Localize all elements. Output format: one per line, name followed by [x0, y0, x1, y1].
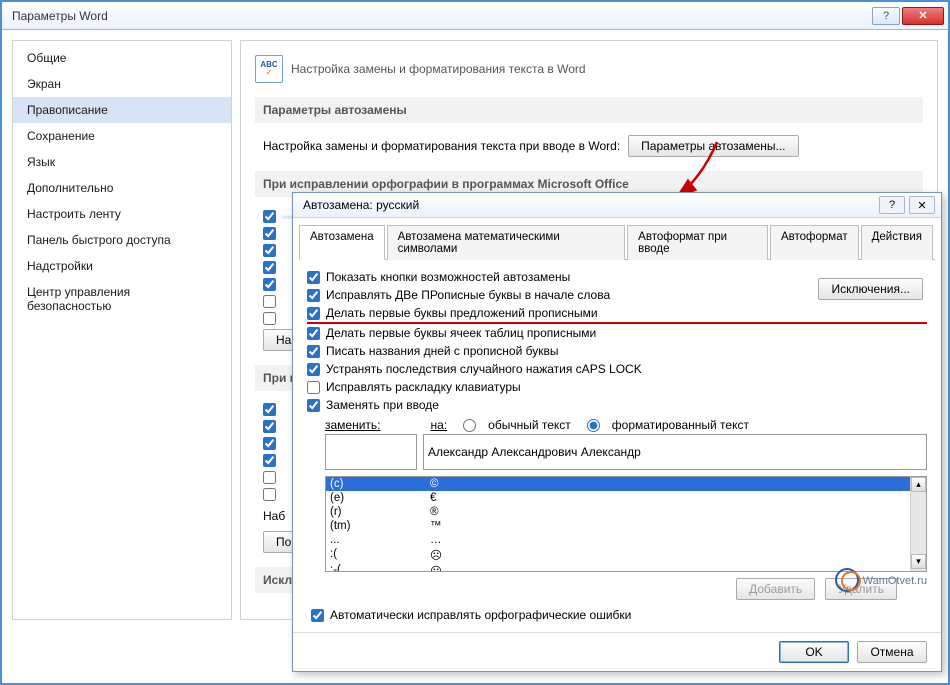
sidebar-item-language[interactable]: Язык [13, 149, 231, 175]
close-button[interactable]: ✕ [902, 7, 944, 25]
dialog-tabs: Автозамена Автозамена математическими си… [299, 224, 935, 260]
opt-caps-lock[interactable] [307, 363, 320, 376]
bg-check-6[interactable] [263, 295, 276, 308]
replace-input[interactable] [325, 434, 417, 470]
sidebar-item-quick-access[interactable]: Панель быстрого доступа [13, 227, 231, 253]
sidebar-item-addins[interactable]: Надстройки [13, 253, 231, 279]
list-row[interactable]: :(☹ [326, 547, 910, 563]
opt-capitalize-days[interactable] [307, 345, 320, 358]
add-button[interactable]: Добавить [736, 578, 815, 600]
bg-check-8[interactable] [263, 403, 276, 416]
sidebar-item-proofing[interactable]: Правописание [13, 97, 231, 123]
tab-autoformat-typing[interactable]: Автоформат при вводе [627, 225, 768, 260]
list-row[interactable]: (tm)™ [326, 519, 910, 533]
list-row[interactable]: ...… [326, 533, 910, 547]
opt-capitalize-cells[interactable] [307, 327, 320, 340]
dialog-title: Автозамена: русский [303, 198, 875, 212]
dialog-titlebar: Автозамена: русский ? ✕ [293, 193, 941, 218]
section-autocorrect-options: Параметры автозамены [255, 97, 923, 123]
dialog-help-button[interactable]: ? [879, 196, 905, 214]
opt-two-caps[interactable] [307, 289, 320, 302]
list-scrollbar[interactable]: ▴ ▾ [910, 477, 926, 571]
autocorrect-desc: Настройка замены и форматирования текста… [263, 139, 620, 153]
radio-formatted-text[interactable] [587, 419, 600, 432]
list-row[interactable]: (c)© [326, 477, 910, 491]
ok-button[interactable]: OK [779, 641, 849, 663]
sidebar-item-customize-ribbon[interactable]: Настроить ленту [13, 201, 231, 227]
bg-check-7[interactable] [263, 312, 276, 325]
sidebar: Общие Экран Правописание Сохранение Язык… [12, 40, 232, 620]
opt-replace-typing[interactable] [307, 399, 320, 412]
nab-label: Наб [263, 509, 285, 523]
bg-check-5[interactable] [263, 278, 276, 291]
sidebar-item-advanced[interactable]: Дополнительно [13, 175, 231, 201]
list-row[interactable]: (e)€ [326, 491, 910, 505]
scroll-down-icon[interactable]: ▾ [911, 554, 926, 569]
sidebar-item-general[interactable]: Общие [13, 45, 231, 71]
scroll-up-icon[interactable]: ▴ [911, 477, 926, 492]
sidebar-item-trust-center[interactable]: Центр управления безопасностью [13, 279, 231, 319]
autocorrect-dialog: Автозамена: русский ? ✕ Автозамена Автоз… [292, 192, 942, 672]
tab-math-autocorrect[interactable]: Автозамена математическими символами [387, 225, 626, 260]
bg-check-2[interactable] [263, 227, 276, 240]
opt-capitalize-sentences[interactable] [307, 307, 320, 320]
opt-keyboard-layout[interactable] [307, 381, 320, 394]
bg-check-4[interactable] [263, 261, 276, 274]
proofing-icon: ABC✓ [255, 55, 283, 83]
window-title: Параметры Word [12, 9, 872, 23]
watermark: WamOtvet.ru [835, 568, 927, 594]
watermark-logo-icon [835, 568, 861, 594]
tab-actions[interactable]: Действия [861, 225, 933, 260]
with-label: на: [431, 418, 448, 432]
list-row[interactable]: :-(☹ [326, 563, 910, 572]
main-header: Настройка замены и форматирования текста… [291, 62, 586, 76]
autocorrect-options-button[interactable]: Параметры автозамены... [628, 135, 798, 157]
replacement-list[interactable]: (c)© (e)€ (r)® (tm)™ ...… :(☹ :-(☹ ▴ ▾ [325, 476, 927, 572]
tab-autoformat[interactable]: Автоформат [770, 225, 859, 260]
radio-plain-text[interactable] [463, 419, 476, 432]
opt-auto-spellfix[interactable] [311, 609, 324, 622]
bg-check-3[interactable] [263, 244, 276, 257]
cancel-button[interactable]: Отмена [857, 641, 927, 663]
tab-autocorrect[interactable]: Автозамена [299, 225, 385, 260]
bg-check-13[interactable] [263, 488, 276, 501]
bg-check-12[interactable] [263, 471, 276, 484]
bg-check-11[interactable] [263, 454, 276, 467]
replace-label: заменить: [325, 418, 381, 432]
bg-check-9[interactable] [263, 420, 276, 433]
bg-check-10[interactable] [263, 437, 276, 450]
sidebar-item-display[interactable]: Экран [13, 71, 231, 97]
sidebar-item-save[interactable]: Сохранение [13, 123, 231, 149]
opt-show-buttons[interactable] [307, 271, 320, 284]
list-row[interactable]: (r)® [326, 505, 910, 519]
help-button[interactable]: ? [872, 7, 900, 25]
exceptions-button[interactable]: Исключения... [818, 278, 923, 300]
with-input[interactable] [423, 434, 927, 470]
bg-check-1[interactable] [263, 210, 276, 223]
dialog-close-button[interactable]: ✕ [909, 196, 935, 214]
window-titlebar: Параметры Word ? ✕ [2, 2, 948, 30]
